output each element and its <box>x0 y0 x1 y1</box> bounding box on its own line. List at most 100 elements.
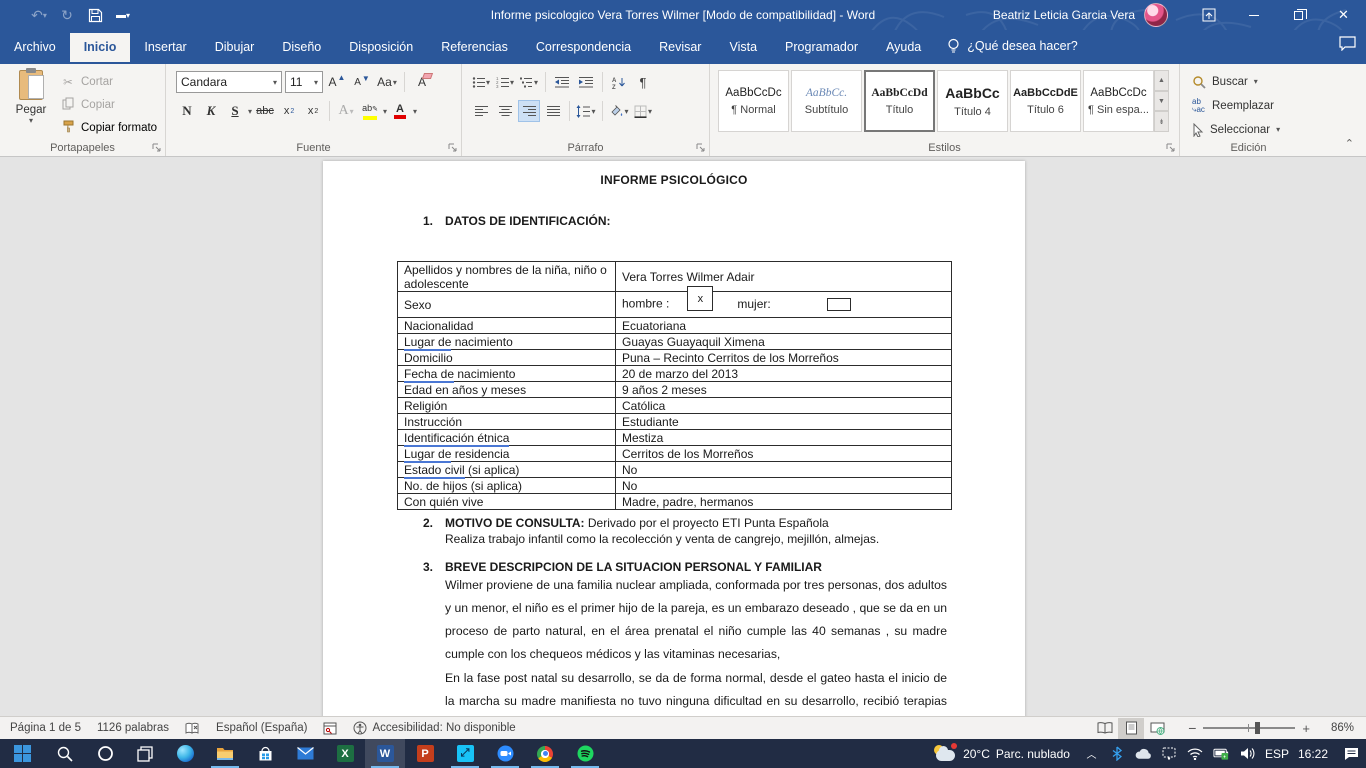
subscript-icon[interactable]: x2 <box>278 100 300 122</box>
row-value[interactable]: Ecuatoriana <box>616 318 952 334</box>
cut-button[interactable]: ✂Cortar <box>60 72 157 91</box>
select-button[interactable]: Seleccionar▾ <box>1192 120 1280 139</box>
taskbar-zoom-icon[interactable] <box>485 739 525 768</box>
volume-icon[interactable] <box>1239 745 1256 762</box>
start-button[interactable] <box>0 739 45 768</box>
web-layout-icon[interactable] <box>1144 718 1170 739</box>
styles-scroll-down-icon[interactable]: ▼ <box>1154 91 1169 112</box>
onedrive-icon[interactable] <box>1135 745 1152 762</box>
row-value[interactable]: Vera Torres Wilmer Adair <box>616 262 952 292</box>
row-label[interactable]: No. de hijos (si aplica) <box>398 478 616 494</box>
style-subt-tulo[interactable]: AaBbCc.Subtítulo <box>791 70 862 132</box>
zoom-slider[interactable] <box>1203 727 1295 729</box>
taskbar-word-icon[interactable]: W <box>365 739 405 768</box>
chevron-up-icon[interactable]: ︿ <box>1083 745 1100 762</box>
row-label[interactable]: Fecha de nacimiento <box>398 366 616 382</box>
taskbar-store-icon[interactable] <box>245 739 285 768</box>
macro-icon[interactable] <box>323 722 337 735</box>
checkbox-mujer[interactable] <box>827 298 851 311</box>
replace-button[interactable]: ab⤷ac Reemplazar <box>1192 96 1280 115</box>
weather-widget[interactable]: 20°C Parc. nublado <box>933 745 1070 763</box>
increase-indent-icon[interactable] <box>575 71 597 93</box>
tab-dibujar[interactable]: Dibujar <box>201 33 269 62</box>
styles-more-icon[interactable]: ⇟ <box>1154 111 1169 132</box>
highlight-color-icon[interactable]: ab✎ <box>359 100 381 122</box>
proofing-icon[interactable] <box>185 722 200 735</box>
row-value[interactable]: 20 de marzo del 2013 <box>616 366 952 382</box>
taskbar-explorer-icon[interactable] <box>205 739 245 768</box>
collapse-ribbon-icon[interactable]: ⌃ <box>1345 137 1354 150</box>
language-indicator[interactable]: Español (España) <box>216 722 307 734</box>
action-center-icon[interactable] <box>1343 745 1360 762</box>
decrease-indent-icon[interactable] <box>551 71 573 93</box>
taskbar-taskview-icon[interactable] <box>125 739 165 768</box>
row-value[interactable]: Cerritos de los Morreños <box>616 446 952 462</box>
clear-formatting-icon[interactable]: A <box>411 71 433 93</box>
account-name[interactable]: Beatriz Leticia Garcia Vera <box>993 8 1135 22</box>
underline-button[interactable]: S <box>224 100 246 122</box>
read-mode-icon[interactable] <box>1092 718 1118 739</box>
tab-inicio[interactable]: Inicio <box>70 33 131 62</box>
row-value[interactable]: Guayas Guayaquil Ximena <box>616 334 952 350</box>
page-indicator[interactable]: Página 1 de 5 <box>10 722 81 734</box>
row-label[interactable]: Sexo <box>398 292 616 318</box>
text-effects-icon[interactable]: A▾ <box>335 100 357 122</box>
change-case-icon[interactable]: Aa▾ <box>376 71 398 93</box>
row-label[interactable]: Religión <box>398 398 616 414</box>
taskbar-excel-icon[interactable]: X <box>325 739 365 768</box>
tell-me[interactable]: ¿Qué desea hacer? <box>935 38 1090 62</box>
tab-disposición[interactable]: Disposición <box>335 33 427 62</box>
row-value[interactable]: Madre, padre, hermanos <box>616 494 952 510</box>
paste-button[interactable]: Pegar▾ <box>8 70 54 140</box>
tab-referencias[interactable]: Referencias <box>427 33 522 62</box>
zoom-out-icon[interactable]: − <box>1188 720 1196 736</box>
tab-ayuda[interactable]: Ayuda <box>872 33 935 62</box>
taskbar-powerpoint-icon[interactable]: P <box>405 739 445 768</box>
grow-font-icon[interactable]: A▲ <box>326 71 348 93</box>
zoom-in-icon[interactable]: + <box>1302 721 1310 736</box>
style--normal[interactable]: AaBbCcDc¶ Normal <box>718 70 789 132</box>
multilevel-list-icon[interactable]: ▾ <box>518 71 540 93</box>
borders-icon[interactable]: ▾ <box>632 100 654 122</box>
avatar[interactable] <box>1144 3 1168 27</box>
word-count[interactable]: 1126 palabras <box>97 722 169 734</box>
taskbar-edge-icon[interactable] <box>165 739 205 768</box>
row-value[interactable]: Puna – Recinto Cerritos de los Morreños <box>616 350 952 366</box>
accessibility-status[interactable]: Accesibilidad: No disponible <box>353 721 515 735</box>
taskbar-spotify-icon[interactable] <box>565 739 605 768</box>
copy-button[interactable]: Copiar <box>60 95 157 114</box>
tab-vista[interactable]: Vista <box>715 33 771 62</box>
restore-icon[interactable] <box>1276 0 1321 30</box>
document-area[interactable]: INFORME PSICOLÓGICO 1.DATOS DE IDENTIFIC… <box>0 157 1366 716</box>
bluetooth-icon[interactable] <box>1109 745 1126 762</box>
row-label[interactable]: Instrucción <box>398 414 616 430</box>
document-page[interactable]: INFORME PSICOLÓGICO 1.DATOS DE IDENTIFIC… <box>323 161 1025 716</box>
row-value[interactable]: 9 años 2 meses <box>616 382 952 398</box>
comments-icon[interactable] <box>1339 36 1356 56</box>
row-value[interactable]: Mestiza <box>616 430 952 446</box>
justify-icon[interactable] <box>542 100 564 122</box>
identification-table[interactable]: Apellidos y nombres de la niña, niño o a… <box>397 261 952 510</box>
row-value[interactable]: Católica <box>616 398 952 414</box>
style-t-tulo-6[interactable]: AaBbCcDdETítulo 6 <box>1010 70 1081 132</box>
tab-programador[interactable]: Programador <box>771 33 872 62</box>
find-button[interactable]: Buscar▾ <box>1192 72 1280 91</box>
row-label[interactable]: Apellidos y nombres de la niña, niño o a… <box>398 262 616 292</box>
row-label[interactable]: Edad en años y meses <box>398 382 616 398</box>
close-icon[interactable]: ✕ <box>1321 0 1366 30</box>
taskbar-chrome-icon[interactable] <box>525 739 565 768</box>
bold-button[interactable]: N <box>176 100 198 122</box>
minimize-icon[interactable] <box>1231 0 1276 30</box>
cast-icon[interactable] <box>1161 745 1178 762</box>
tab-diseño[interactable]: Diseño <box>268 33 335 62</box>
shading-icon[interactable]: ▾ <box>608 100 630 122</box>
battery-icon[interactable] <box>1213 745 1230 762</box>
strikethrough-icon[interactable]: abc <box>254 100 276 122</box>
row-value[interactable]: Estudiante <box>616 414 952 430</box>
taskbar-cortana-icon[interactable] <box>85 739 125 768</box>
styles-dialog-launcher-icon[interactable] <box>1166 143 1176 153</box>
ribbon-display-options-icon[interactable] <box>1186 0 1231 30</box>
wifi-icon[interactable] <box>1187 745 1204 762</box>
redo-icon[interactable]: ↻ <box>54 2 80 28</box>
font-name-combo[interactable]: Candara▾ <box>176 71 282 93</box>
